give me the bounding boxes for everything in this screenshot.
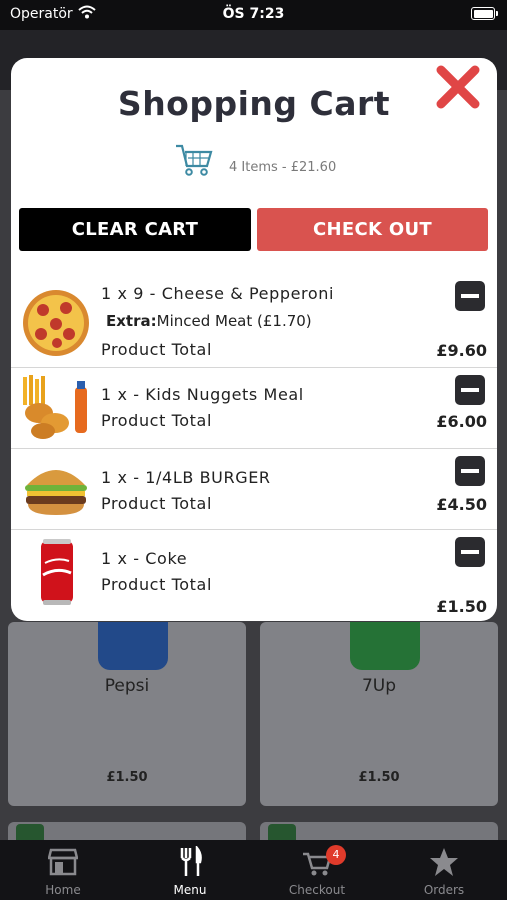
tab-bar: Home Menu 4 Checkout Orders: [0, 840, 507, 900]
coke-can-icon: [41, 539, 73, 605]
cart-summary-text: 4 Items - £21.60: [229, 160, 337, 175]
item-title: 1 x - Coke: [101, 549, 188, 568]
checkout-button[interactable]: CHECK OUT: [257, 208, 488, 251]
cart-count-badge: 4: [326, 845, 346, 865]
clear-cart-button[interactable]: CLEAR CART: [19, 208, 251, 251]
item-title: 1 x - 1/4LB BURGER: [101, 468, 271, 487]
tab-label: Orders: [423, 883, 465, 897]
remove-item-button[interactable]: [455, 375, 485, 405]
remove-item-button[interactable]: [455, 537, 485, 567]
extra-label: Extra:: [106, 312, 157, 330]
tab-label: Menu: [173, 883, 207, 897]
clock: ÖS 7:23: [222, 6, 285, 22]
item-price: £9.60: [436, 341, 487, 360]
store-icon: [48, 848, 78, 876]
status-bar: Operatör ÖS 7:23: [0, 0, 507, 30]
tab-orders[interactable]: Orders: [381, 840, 507, 900]
fork-knife-icon: [180, 846, 202, 876]
item-price: £6.00: [436, 412, 487, 431]
tab-menu[interactable]: Menu: [127, 840, 253, 900]
battery-icon: [471, 7, 498, 20]
star-icon: [430, 848, 458, 876]
remove-item-button[interactable]: [455, 281, 485, 311]
product-total-label: Product Total: [101, 494, 213, 513]
extra-value: Minced Meat (£1.70): [156, 312, 312, 330]
cart-item: 1 x 9 - Cheese & Pepperoni Extra:Minced …: [11, 278, 497, 368]
item-title: 1 x - Kids Nuggets Meal: [101, 385, 304, 404]
cart-icon: [176, 144, 213, 176]
modal-title: Shopping Cart: [117, 84, 391, 123]
item-price: £4.50: [436, 495, 487, 514]
product-total-label: Product Total: [101, 575, 213, 594]
product-total-label: Product Total: [101, 340, 213, 359]
product-total-label: Product Total: [101, 411, 213, 430]
burger-icon: [25, 470, 87, 515]
nuggets-meal-icon: [23, 375, 87, 439]
tab-home[interactable]: Home: [0, 840, 126, 900]
cart-item: 1 x - Kids Nuggets Meal Product Total £6…: [11, 367, 497, 449]
remove-item-button[interactable]: [455, 456, 485, 486]
tab-checkout[interactable]: 4 Checkout: [254, 840, 380, 900]
pizza-icon: [23, 290, 89, 356]
cart-item: 1 x - Coke Product Total £1.50: [11, 529, 497, 621]
cart-item: 1 x - 1/4LB BURGER Product Total £4.50: [11, 448, 497, 530]
tab-label: Checkout: [288, 883, 346, 897]
shopping-cart-modal: Shopping Cart 4 Items - £21.60 CLEAR CAR…: [11, 58, 497, 621]
item-extra: Extra:Minced Meat (£1.70): [106, 312, 312, 330]
item-title: 1 x 9 - Cheese & Pepperoni: [101, 284, 335, 303]
item-price: £1.50: [436, 597, 487, 616]
tab-label: Home: [45, 883, 81, 897]
